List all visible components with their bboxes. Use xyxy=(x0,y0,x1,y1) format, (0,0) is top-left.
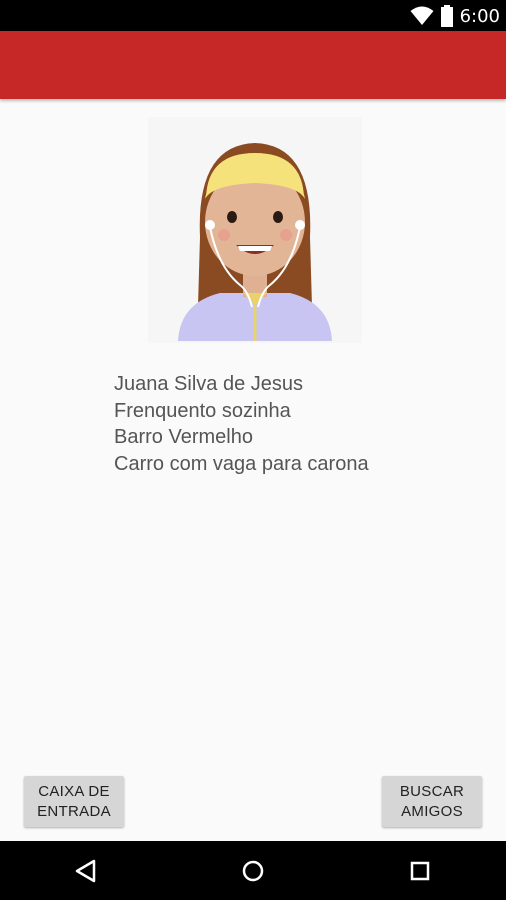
profile-attendance: Frenquento sozinha xyxy=(114,399,291,422)
back-icon[interactable] xyxy=(70,855,102,887)
girl-with-earphones-avatar xyxy=(178,143,332,341)
profile-avatar xyxy=(148,117,362,343)
status-time: 6:00 xyxy=(459,5,500,27)
inbox-button[interactable]: CAIXA DE ENTRADA xyxy=(24,776,124,827)
status-bar: 6:00 xyxy=(0,0,506,31)
navigation-bar xyxy=(0,841,506,900)
profile-name: Juana Silva de Jesus xyxy=(114,373,304,395)
status-icons: 6:00 xyxy=(410,4,500,28)
wifi-icon xyxy=(410,6,434,25)
find-friends-button[interactable]: BUSCAR AMIGOS xyxy=(382,776,482,827)
profile-ride: Carro com vaga para carona xyxy=(114,452,369,475)
profile-info: Juana Silva de Jesus Frenquento sozinha … xyxy=(114,371,474,477)
battery-icon xyxy=(440,5,453,27)
home-icon[interactable] xyxy=(237,855,269,887)
profile-neighborhood: Barro Vermelho xyxy=(114,426,253,448)
app-bar xyxy=(0,31,506,99)
recents-icon[interactable] xyxy=(404,855,436,887)
